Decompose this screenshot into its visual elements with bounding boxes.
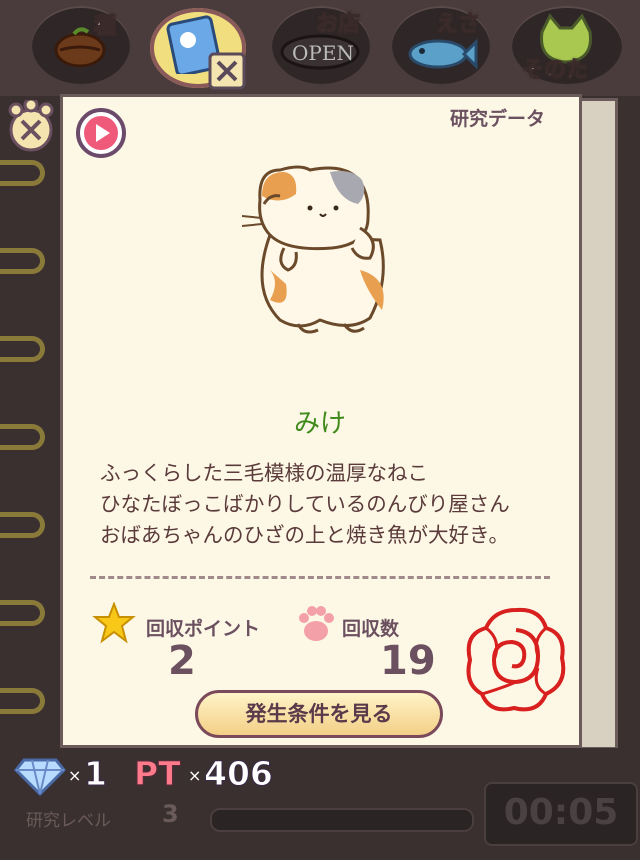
collect-count-value: 19 xyxy=(380,638,436,684)
fish-icon xyxy=(408,38,478,70)
rose-stamp-icon xyxy=(466,607,566,712)
gem-times-sign: × xyxy=(68,766,82,785)
description-line: ひなたぼっこばかりしているのんびり屋さん xyxy=(100,492,510,516)
dashed-divider xyxy=(90,576,550,579)
description-line: ふっくらした三毛模様の温厚なねこ xyxy=(100,461,428,485)
binder-ring xyxy=(0,512,45,538)
tab-food-label: えさ xyxy=(435,12,481,38)
shop-open-sign-icon: OPEN xyxy=(280,34,360,70)
tab-food[interactable]: えさ xyxy=(392,6,490,84)
binder-ring xyxy=(0,688,45,714)
star-icon xyxy=(92,602,136,644)
collect-points-label: 回収ポイント xyxy=(146,618,261,640)
cat-description: ふっくらした三毛模様の温厚なねこ ひなたぼっこばかりしているのんびり屋さん おば… xyxy=(100,458,510,551)
research-level-label: 研究レベル xyxy=(26,811,111,831)
play-button[interactable] xyxy=(76,108,126,158)
mike-cat-illustration xyxy=(241,165,385,334)
collect-count-label: 回収数 xyxy=(342,618,400,640)
binder-ring xyxy=(0,600,45,626)
pt-label: PT xyxy=(134,754,182,794)
tab-notebook[interactable] xyxy=(150,8,246,90)
tab-seeds-label: 種 xyxy=(93,14,117,40)
description-line: おばあちゃんのひざの上と焼き魚が大好き。 xyxy=(100,523,509,547)
research-level-value: 3 xyxy=(162,800,179,828)
level-progress-bar xyxy=(210,808,474,832)
timer: 00:05 xyxy=(484,782,638,846)
binder-ring xyxy=(0,248,45,274)
tab-other-label: そのた xyxy=(521,58,589,84)
tab-other[interactable]: そのた xyxy=(512,6,622,84)
close-x-icon[interactable] xyxy=(208,52,246,90)
binder-ring xyxy=(0,160,45,186)
binder-ring xyxy=(0,336,45,362)
tab-shop-label: お店 xyxy=(315,12,361,38)
collect-points-value: 2 xyxy=(168,638,196,684)
pt-times-sign: × xyxy=(188,766,202,785)
paw-close-icon[interactable] xyxy=(6,100,56,152)
research-data-title: 研究データ xyxy=(450,108,546,130)
open-sign-text: OPEN xyxy=(292,41,354,65)
play-icon xyxy=(84,116,118,150)
pt-count: 406 xyxy=(204,754,274,794)
paw-icon xyxy=(299,606,334,641)
cat-name: みけ xyxy=(293,409,346,439)
tab-shop[interactable]: OPEN お店 xyxy=(272,6,370,84)
view-conditions-button[interactable]: 発生条件を見る xyxy=(195,690,443,738)
tab-seeds[interactable]: 種 xyxy=(32,6,130,84)
gem-count: 1 xyxy=(84,754,108,794)
diamond-gem-icon xyxy=(14,758,66,796)
